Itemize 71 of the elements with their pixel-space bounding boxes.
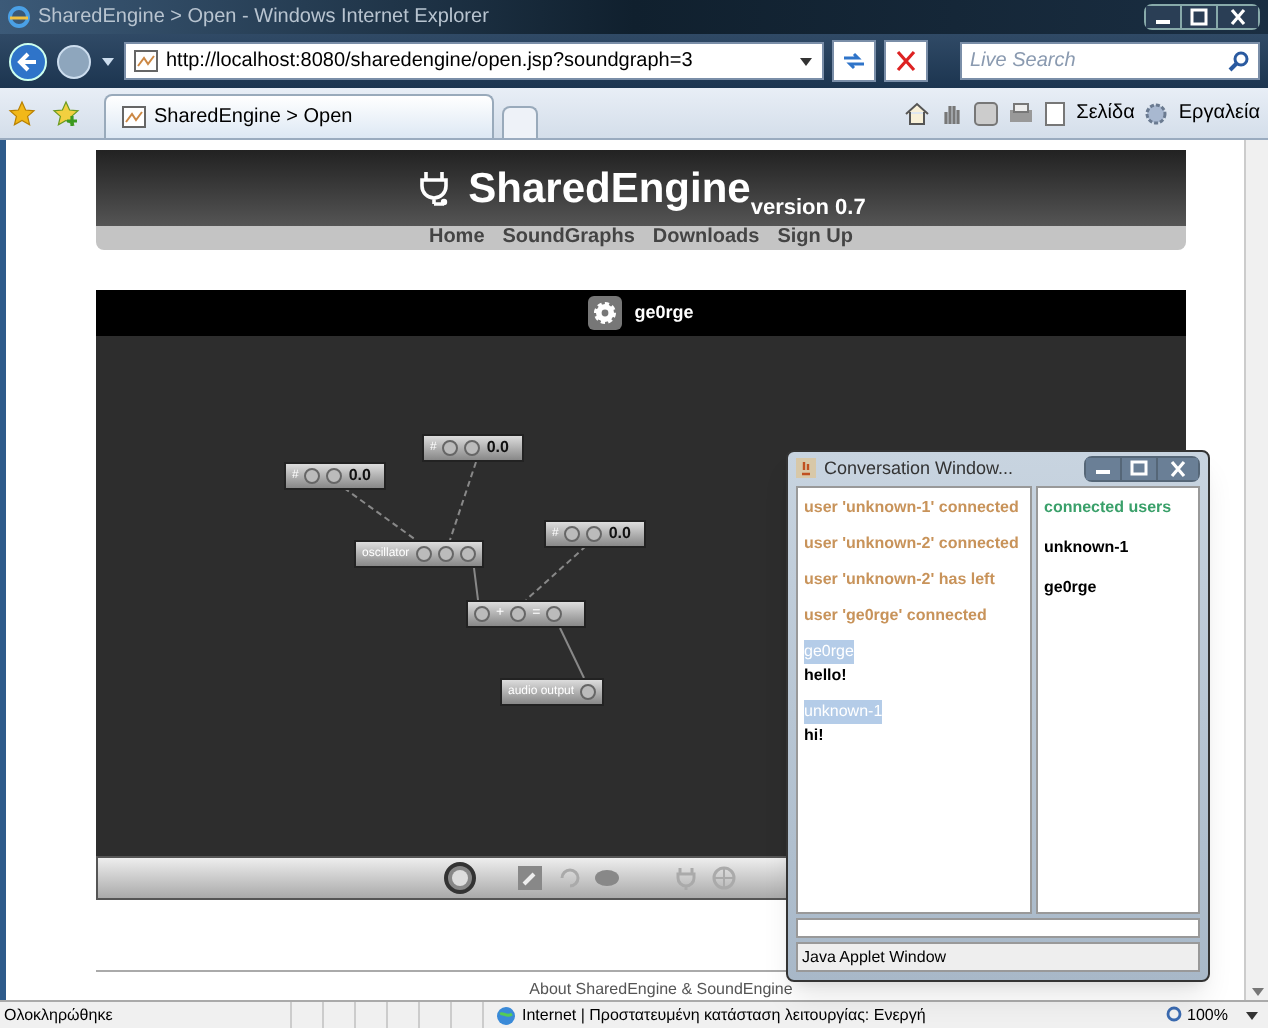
event-message: user 'unknown-2' has left [804, 567, 997, 592]
dropdown-icon[interactable] [798, 53, 814, 69]
user-name: ge0rge [634, 299, 694, 326]
tools-menu[interactable]: Εργαλεία [1178, 98, 1260, 128]
new-tab-button[interactable] [502, 106, 538, 138]
refresh-icon[interactable] [832, 40, 876, 82]
play-icon[interactable] [444, 862, 476, 894]
nav-link[interactable]: Home [428, 228, 485, 248]
back-icon[interactable] [8, 41, 48, 81]
users-header: connected users [1044, 495, 1174, 520]
minimize-icon[interactable] [1086, 457, 1120, 480]
nav-link[interactable]: SoundGraphs [502, 228, 635, 248]
node-value: 0.0 [486, 436, 509, 460]
user-item[interactable]: ge0rge [1044, 575, 1192, 600]
chat-icon[interactable] [594, 867, 620, 889]
node-value: 0.0 [348, 464, 371, 488]
port-icon[interactable] [510, 606, 527, 622]
event-message: user 'ge0rge' connected [804, 603, 989, 628]
nav-link[interactable]: Sign Up [777, 228, 854, 248]
message-text: hi! [804, 723, 824, 748]
applet-footer: Java Applet Window [802, 945, 947, 970]
add-favorite-icon[interactable] [52, 99, 80, 127]
wrench-icon[interactable] [518, 866, 542, 890]
window-title: SharedEngine > Open - Windows Internet Explorer [38, 4, 491, 32]
minimize-icon[interactable] [1146, 6, 1180, 28]
connection-line [449, 461, 477, 541]
message-input[interactable] [796, 918, 1200, 939]
page-favicon-icon [122, 106, 146, 128]
maximize-icon[interactable] [1120, 457, 1158, 480]
zoom-control[interactable]: 100% [1165, 1003, 1268, 1027]
plug-logo-icon [416, 170, 453, 206]
close-icon[interactable] [1158, 457, 1198, 480]
stop-icon[interactable] [884, 40, 928, 82]
message-author: unknown-1 [804, 699, 883, 724]
page-icon [1044, 101, 1067, 125]
connection-line [343, 487, 417, 541]
maximize-icon[interactable] [1180, 6, 1218, 28]
nav-link[interactable]: Downloads [652, 228, 760, 248]
connection-line [559, 627, 585, 679]
event-message: user 'unknown-2' connected [804, 531, 1021, 556]
footer-link[interactable]: About SharedEngine & SoundEngine [529, 978, 793, 1002]
window-title: Conversation Window... [824, 455, 1016, 482]
port-icon[interactable] [546, 606, 563, 622]
version-label: version 0.7 [750, 197, 866, 219]
message-author: ge0rge [804, 639, 854, 664]
event-message: user 'unknown-1' connected [804, 495, 1021, 520]
page-favicon-icon [134, 50, 158, 72]
printer-icon[interactable] [1008, 101, 1035, 125]
port-icon[interactable] [580, 684, 597, 700]
node-value: 0.0 [608, 522, 631, 546]
status-text: Ολοκληρώθηκε [2, 1003, 115, 1027]
connection-line [473, 567, 479, 601]
message-text: hello! [804, 663, 847, 688]
home-icon[interactable] [904, 101, 931, 125]
security-zone: Internet | Προστατευμένη κατάσταση λειτουργίας: Ενεργή [522, 1003, 926, 1027]
search-icon[interactable] [1228, 50, 1250, 72]
browser-tab[interactable]: SharedEngine > Open [104, 94, 494, 138]
user-item[interactable]: unknown-1 [1044, 535, 1192, 560]
forward-icon[interactable] [56, 43, 92, 79]
star-icon[interactable] [8, 99, 36, 127]
close-icon[interactable] [1218, 6, 1258, 28]
page-menu[interactable]: Σελίδα [1076, 98, 1135, 128]
dropdown-icon[interactable] [1244, 1007, 1260, 1023]
address-bar[interactable]: http://localhost:8080/sharedengine/open.jsp?soundgraph=3 [124, 42, 824, 80]
site-logo: SharedEngine [468, 167, 751, 209]
dropdown-icon[interactable] [100, 53, 116, 69]
gear-icon [1144, 101, 1169, 125]
connection-line [525, 545, 587, 601]
gear-icon[interactable] [588, 296, 623, 330]
port-icon[interactable] [474, 606, 490, 622]
zoom-icon [1165, 1006, 1184, 1024]
